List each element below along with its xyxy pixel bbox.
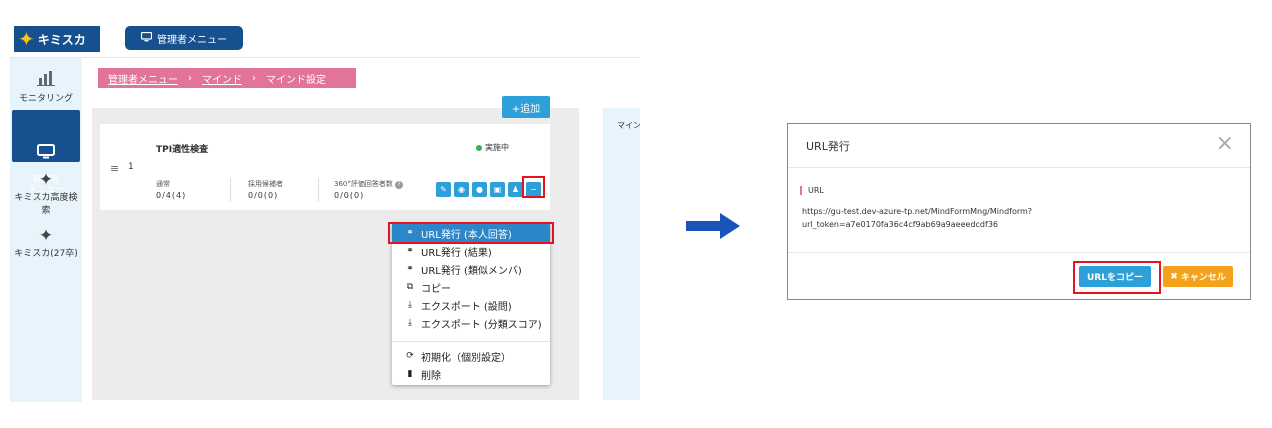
view-button[interactable]: ◉ bbox=[454, 182, 469, 197]
menu-item-label: エクスポート (設問) bbox=[421, 301, 512, 313]
status-dot-icon bbox=[476, 144, 482, 151]
action-dropdown-menu: ⚭ URL発行 (本人回答) ⚭ URL発行 (結果) ⚭ URL発行 (類似メ… bbox=[392, 223, 550, 385]
card-title: TPI適性検査 bbox=[156, 145, 209, 155]
right-arrow-icon bbox=[686, 213, 740, 239]
document-button[interactable]: ▣ bbox=[490, 182, 505, 197]
kimisuka-logo[interactable]: ✦ キミスカ bbox=[14, 26, 100, 52]
stat-label-normal: 通常 bbox=[156, 180, 170, 188]
menu-item-delete[interactable]: ▮ 削除 bbox=[392, 365, 550, 383]
star-icon: ✦ bbox=[38, 170, 54, 190]
logo-text: キミスカ bbox=[37, 32, 86, 47]
stat-label-360-text: 360°評価回答者数 bbox=[334, 180, 393, 188]
url-text-line2: url_token=a7e0170fa36c4cf9ab69a9aeeedcdf… bbox=[802, 220, 998, 229]
admin-menu-button[interactable]: 管理者メニュー bbox=[125, 26, 243, 50]
url-label: URL bbox=[800, 186, 824, 195]
divider bbox=[788, 252, 1250, 253]
link-icon: ⚭ bbox=[406, 246, 414, 256]
help-icon[interactable]: ? bbox=[395, 181, 404, 189]
menu-item-export-scores[interactable]: ⤓ エクスポート (分類スコア) bbox=[392, 314, 550, 332]
sidebar-item-advanced-search[interactable]: ✦ キミスカ高度検索 bbox=[12, 170, 80, 216]
menu-item-label: 初期化（個別設定） bbox=[421, 352, 511, 364]
menu-item-export-questions[interactable]: ⤓ エクスポート (設問) bbox=[392, 296, 550, 314]
status-text: 実施中 bbox=[485, 143, 509, 152]
right-panel: マイン bbox=[603, 108, 640, 400]
stat-label-candidates: 採用候補者 bbox=[248, 180, 283, 188]
modal-title: URL発行 bbox=[806, 140, 850, 153]
right-panel-text: マイン bbox=[617, 121, 640, 130]
admin-menu-label: 管理者メニュー bbox=[157, 34, 227, 46]
user-icon: ● bbox=[476, 185, 483, 194]
mind-card: TPI適性検査 実施中 ≡ 1 通常 0/4(4) 採用候補者 0/0(0) 3… bbox=[100, 124, 550, 210]
add-button[interactable]: +追加 bbox=[502, 96, 550, 118]
group-button[interactable]: ♟ bbox=[508, 182, 523, 197]
menu-item-reset[interactable]: ⟳ 初期化（個別設定） bbox=[392, 347, 550, 365]
breadcrumb-mind[interactable]: マインド bbox=[202, 71, 242, 86]
copy-icon: ⧉ bbox=[406, 282, 414, 292]
menu-item-label: コピー bbox=[421, 283, 451, 295]
menu-item-highlight-box bbox=[388, 222, 554, 244]
link-icon: ⚭ bbox=[406, 264, 414, 274]
divider bbox=[318, 178, 319, 202]
star-logo-icon: ✦ bbox=[18, 27, 35, 51]
sidebar-item-monitoring[interactable]: モニタリング bbox=[12, 70, 80, 106]
more-button-highlight-box bbox=[522, 176, 545, 198]
copy-button-highlight-box bbox=[1073, 261, 1161, 294]
pencil-icon: ✎ bbox=[440, 185, 447, 194]
monitor-icon bbox=[12, 124, 80, 165]
monitor-icon bbox=[140, 31, 153, 45]
drag-handle-icon[interactable]: ≡ bbox=[110, 162, 119, 175]
stat-value-normal: 0/4(4) bbox=[156, 191, 187, 200]
sidebar-item-kimisuka-27[interactable]: ✦ キミスカ(27卒) bbox=[12, 226, 80, 262]
url-text-line1: https://gu-test.dev-azure-tp.net/MindFor… bbox=[802, 207, 1033, 216]
sidebar-item-admin-menu[interactable]: 管理者 メニュー bbox=[12, 110, 80, 195]
sidebar-item-label: キミスカ(27卒) bbox=[14, 249, 78, 259]
download-icon: ⤓ bbox=[408, 318, 412, 328]
status-badge: 実施中 bbox=[476, 142, 509, 153]
menu-item-label: URL発行 (類似メンバ) bbox=[421, 265, 522, 277]
stat-value-candidates: 0/0(0) bbox=[248, 191, 279, 200]
bar-chart-icon bbox=[12, 70, 80, 91]
menu-item-label: エクスポート (分類スコア) bbox=[421, 319, 542, 331]
divider bbox=[788, 167, 1250, 168]
sidebar-item-label: モニタリング bbox=[18, 94, 73, 104]
menu-item-url-result[interactable]: ⚭ URL発行 (結果) bbox=[392, 242, 550, 260]
card-number: 1 bbox=[128, 162, 134, 172]
users-icon: ♟ bbox=[511, 185, 520, 194]
menu-item-copy[interactable]: ⧉ コピー bbox=[392, 278, 550, 296]
menu-item-url-similar[interactable]: ⚭ URL発行 (類似メンバ) bbox=[392, 260, 550, 278]
stat-label-360: 360°評価回答者数 ? bbox=[334, 179, 404, 189]
close-icon: ✖ bbox=[1170, 271, 1178, 282]
document-icon: ▣ bbox=[493, 185, 502, 194]
user-button[interactable]: ● bbox=[472, 182, 487, 197]
edit-button[interactable]: ✎ bbox=[436, 182, 451, 197]
breadcrumb-separator: › bbox=[188, 72, 192, 84]
sidebar-item-label: キミスカ高度検索 bbox=[14, 193, 78, 216]
cancel-label: キャンセル bbox=[1180, 273, 1226, 283]
download-icon: ⤓ bbox=[408, 300, 412, 310]
menu-item-label: 削除 bbox=[421, 370, 441, 382]
refresh-icon: ⟳ bbox=[406, 351, 414, 361]
close-icon[interactable]: × bbox=[1216, 133, 1234, 155]
eye-icon: ◉ bbox=[458, 185, 465, 194]
divider bbox=[230, 178, 231, 202]
sidebar: モニタリング 管理者 メニュー ✦ キミスカ高度検索 ✦ キミスカ(27卒) bbox=[10, 58, 82, 402]
menu-divider bbox=[392, 341, 550, 342]
breadcrumb-admin-menu[interactable]: 管理者メニュー bbox=[108, 71, 178, 86]
trash-icon: ▮ bbox=[407, 369, 413, 379]
breadcrumb-separator: › bbox=[252, 72, 256, 84]
breadcrumb: 管理者メニュー › マインド › マインド設定 bbox=[98, 68, 356, 88]
breadcrumb-current: マインド設定 bbox=[266, 74, 326, 86]
menu-item-label: URL発行 (結果) bbox=[421, 247, 492, 259]
cancel-button[interactable]: ✖ キャンセル bbox=[1163, 266, 1233, 287]
top-bar: ✦ キミスカ 管理者メニュー bbox=[10, 20, 640, 58]
stat-value-360: 0/0(0) bbox=[334, 191, 365, 200]
star-icon: ✦ bbox=[38, 226, 54, 246]
url-issue-modal: URL発行 × URL https://gu-test.dev-azure-tp… bbox=[787, 123, 1251, 300]
